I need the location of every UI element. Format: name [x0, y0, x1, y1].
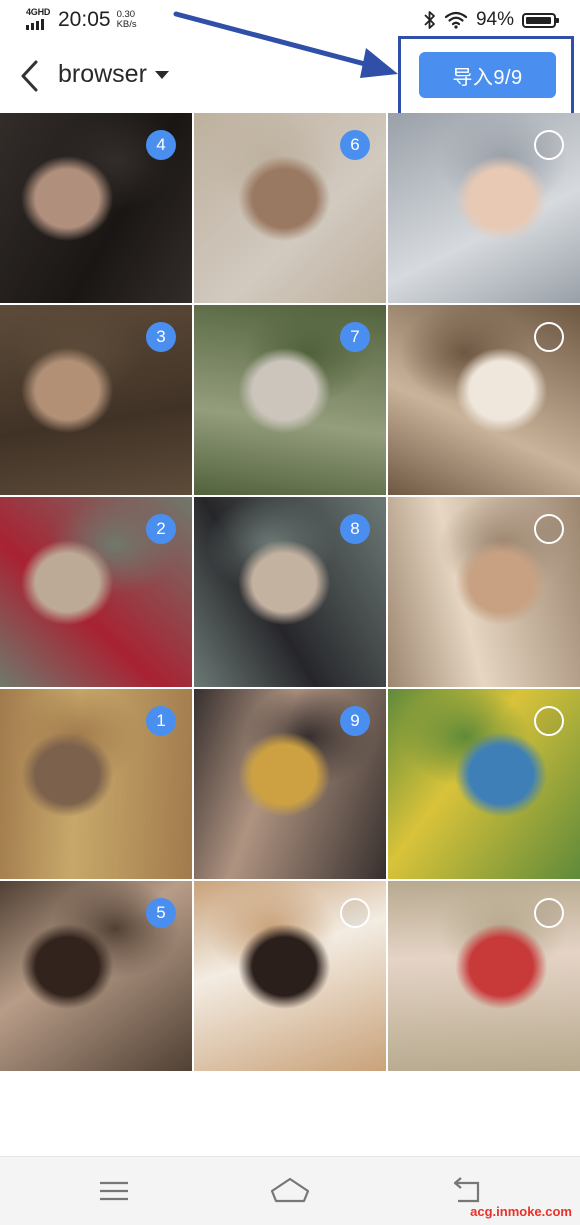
selection-order-badge[interactable]: 8: [340, 514, 370, 544]
selection-order-badge[interactable]: 3: [146, 322, 176, 352]
clock: 20:05: [58, 8, 111, 31]
selection-order-badge[interactable]: 1: [146, 706, 176, 736]
watermark: acg.inmoke.com: [470, 1204, 572, 1219]
selection-order-badge[interactable]: 5: [146, 898, 176, 928]
photo-thumbnail[interactable]: [388, 689, 580, 879]
bluetooth-icon: [424, 11, 435, 29]
menu-icon[interactable]: [92, 1169, 136, 1213]
selection-order-badge[interactable]: 6: [340, 130, 370, 160]
photo-grid: 4 6 3 7 2 8 1 9 5: [0, 113, 580, 1075]
photo-thumbnail[interactable]: 8: [194, 497, 386, 687]
battery-percent: 94%: [475, 9, 514, 30]
select-circle-checkbox[interactable]: [534, 130, 564, 160]
selection-order-badge[interactable]: 7: [340, 322, 370, 352]
album-name: browser: [58, 60, 147, 88]
select-circle-checkbox[interactable]: [534, 898, 564, 928]
dropdown-caret-icon: [154, 70, 169, 79]
annotation-highlight-box: [398, 36, 574, 122]
annotation-arrow-icon: [173, 11, 398, 78]
photo-thumbnail[interactable]: 2: [0, 497, 192, 687]
photo-thumbnail[interactable]: 3: [0, 305, 192, 495]
wifi-icon: [444, 11, 468, 29]
album-selector[interactable]: browser: [58, 60, 169, 89]
selection-order-badge[interactable]: 4: [146, 130, 176, 160]
photo-thumbnail[interactable]: [388, 497, 580, 687]
speed-unit: KB/s: [116, 19, 137, 30]
selection-order-badge[interactable]: 2: [146, 514, 176, 544]
home-icon[interactable]: [268, 1169, 312, 1213]
select-circle-checkbox[interactable]: [534, 706, 564, 736]
photo-thumbnail[interactable]: 6: [194, 113, 386, 303]
network-type: 4GHD: [26, 7, 51, 17]
photo-thumbnail[interactable]: [194, 881, 386, 1071]
navigation-bar: acg.inmoke.com: [0, 1156, 580, 1225]
photo-thumbnail[interactable]: 5: [0, 881, 192, 1071]
select-circle-checkbox[interactable]: [534, 514, 564, 544]
photo-thumbnail[interactable]: [388, 305, 580, 495]
photo-thumbnail[interactable]: 7: [194, 305, 386, 495]
network-speed: 0.30 KB/s: [117, 10, 137, 30]
photo-thumbnail[interactable]: [388, 113, 580, 303]
signal-icon: [26, 19, 44, 30]
photo-thumbnail[interactable]: 4: [0, 113, 192, 303]
battery-icon: [522, 12, 559, 28]
select-circle-checkbox[interactable]: [340, 898, 370, 928]
network-indicator: 4GHD: [26, 8, 52, 32]
back-arrow-icon[interactable]: [16, 58, 46, 94]
photo-thumbnail[interactable]: [388, 881, 580, 1071]
selection-order-badge[interactable]: 9: [340, 706, 370, 736]
photo-thumbnail[interactable]: 1: [0, 689, 192, 879]
photo-thumbnail[interactable]: 9: [194, 689, 386, 879]
select-circle-checkbox[interactable]: [534, 322, 564, 352]
